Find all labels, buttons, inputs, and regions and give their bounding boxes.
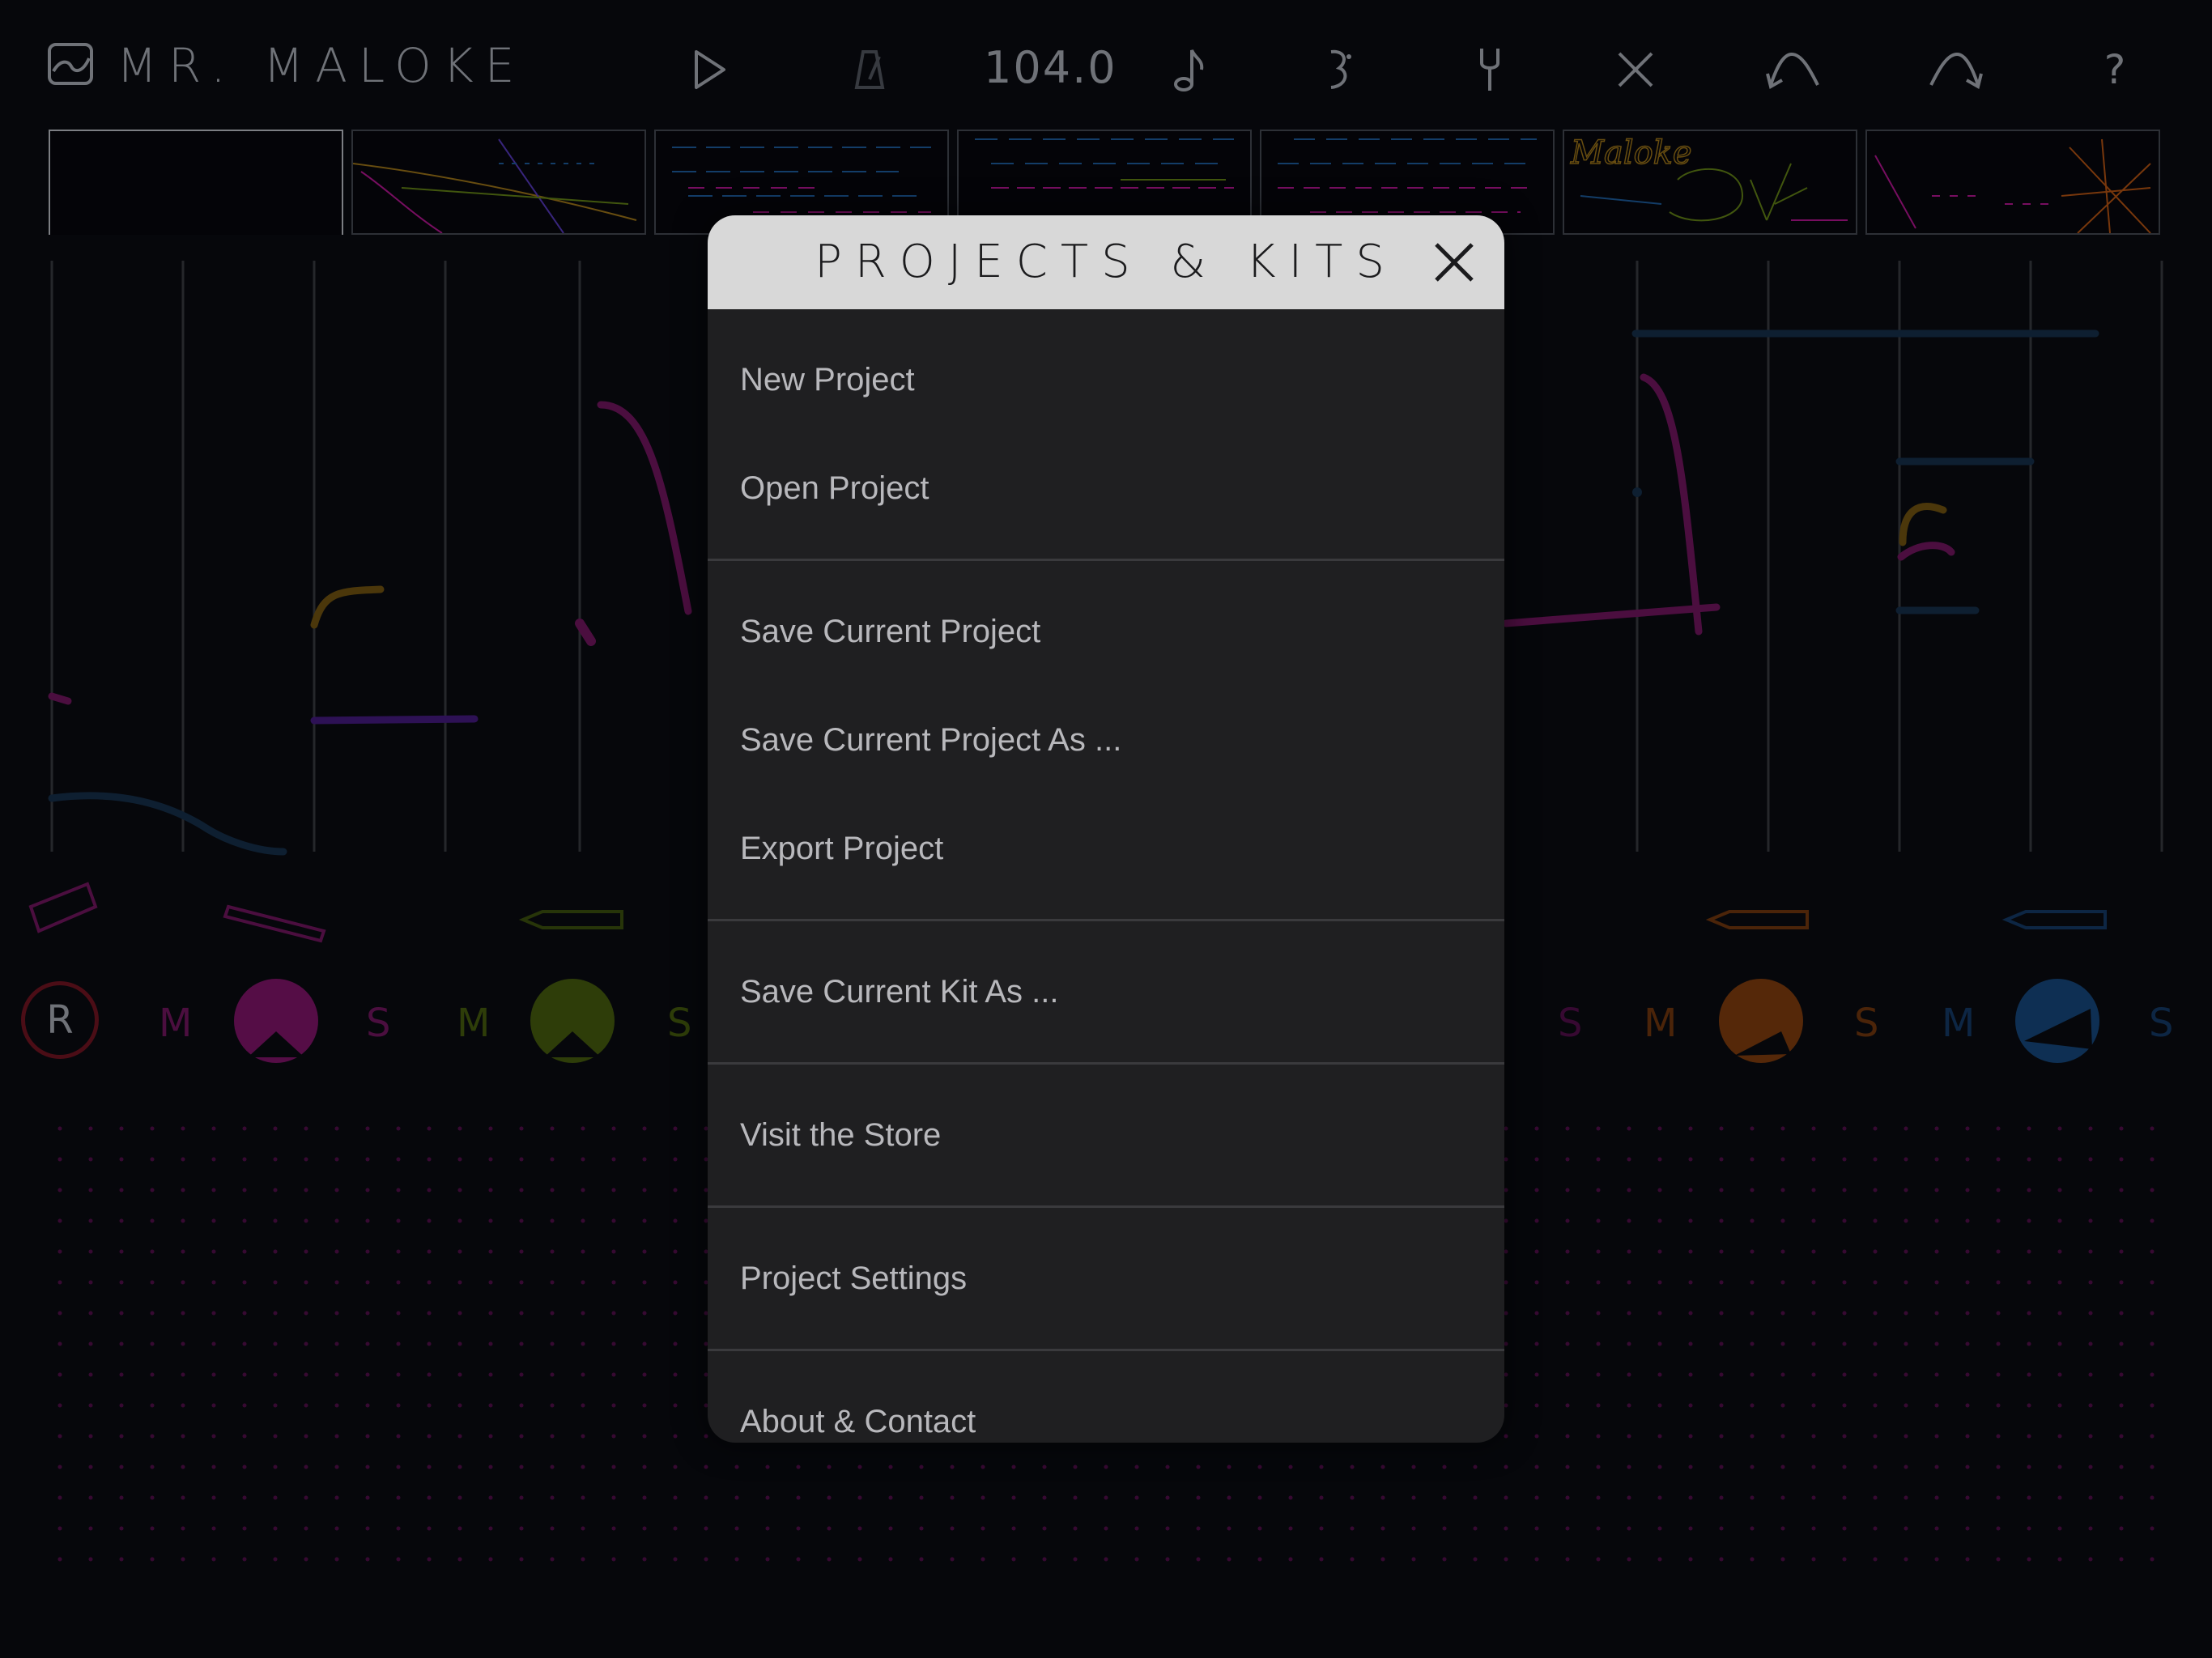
- menu-group: New Project Open Project: [708, 309, 1504, 561]
- projects-kits-dialog: PROJECTS & KITS New Project Open Project S…: [708, 215, 1504, 1443]
- menu-item-export-project[interactable]: Export Project: [708, 794, 1504, 903]
- close-icon[interactable]: [1428, 236, 1480, 288]
- app-root: MR. MALOKE 104.0 ? Maloke R M S M S S M …: [0, 0, 2212, 1658]
- menu-item-project-settings[interactable]: Project Settings: [708, 1224, 1504, 1333]
- menu-item-new-project[interactable]: New Project: [708, 325, 1504, 434]
- menu-group: Save Current Kit As ...: [708, 921, 1504, 1065]
- menu-group: Project Settings: [708, 1208, 1504, 1351]
- menu-item-save-current-kit-as[interactable]: Save Current Kit As ...: [708, 937, 1504, 1046]
- menu-item-save-current-project[interactable]: Save Current Project: [708, 577, 1504, 686]
- menu-item-save-current-project-as[interactable]: Save Current Project As ...: [708, 686, 1504, 794]
- menu-item-about-contact[interactable]: About & Contact: [708, 1367, 1504, 1443]
- menu-group: About & Contact: [708, 1351, 1504, 1443]
- menu-item-open-project[interactable]: Open Project: [708, 434, 1504, 542]
- dialog-title: PROJECTS & KITS: [815, 236, 1397, 288]
- menu-group: Save Current Project Save Current Project…: [708, 561, 1504, 921]
- menu-item-visit-the-store[interactable]: Visit the Store: [708, 1081, 1504, 1189]
- dialog-menu: New Project Open Project Save Current Proj…: [708, 309, 1504, 1443]
- menu-group: Visit the Store: [708, 1065, 1504, 1208]
- dialog-header: PROJECTS & KITS: [708, 215, 1504, 309]
